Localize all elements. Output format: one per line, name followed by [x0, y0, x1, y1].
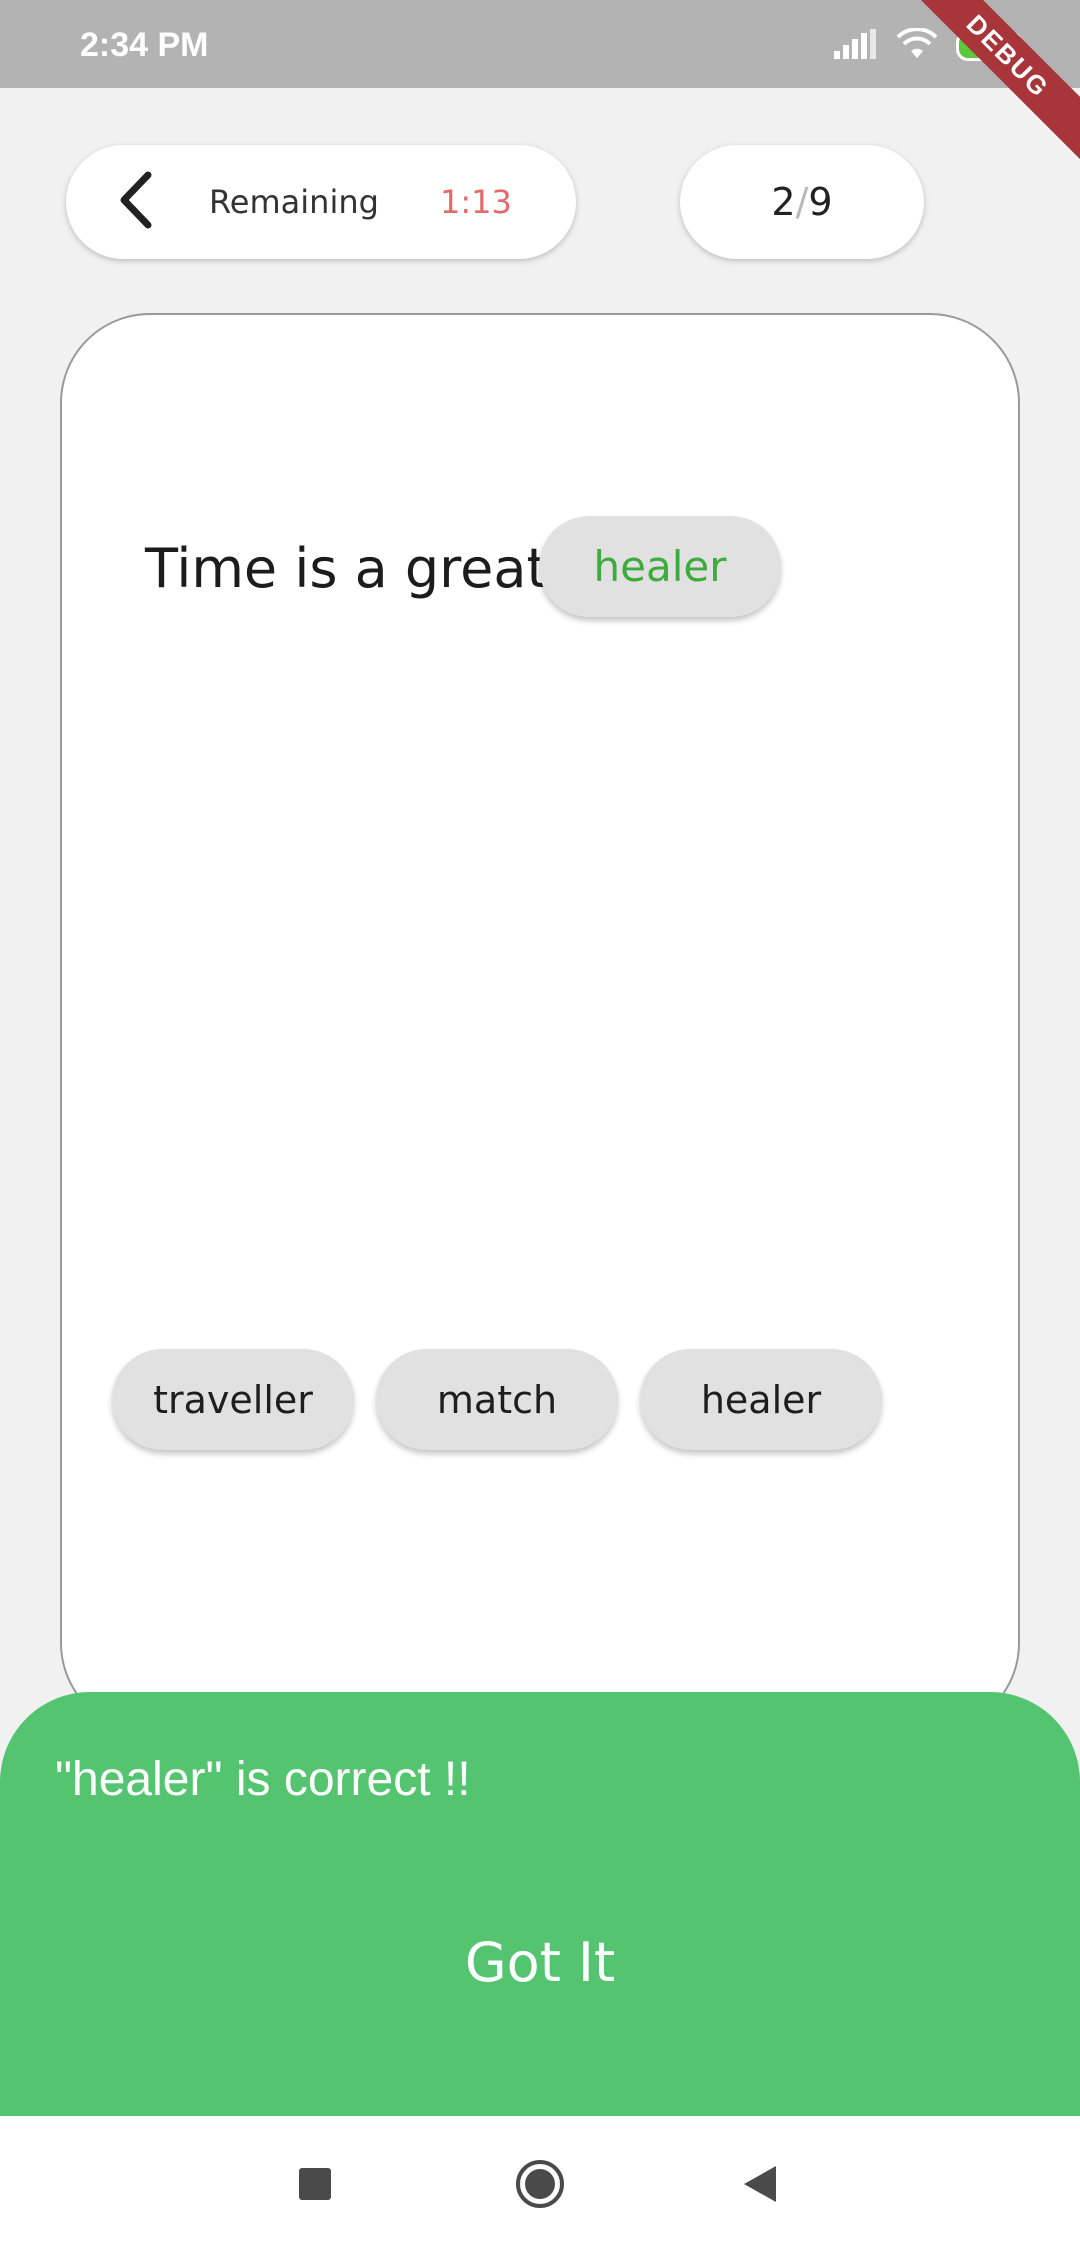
status-time: 2:34 PM: [80, 26, 209, 64]
result-message: "healer" is correct !!: [55, 1753, 471, 1806]
timer-pill: Remaining 1:13: [66, 145, 576, 259]
progress-current: 2: [771, 180, 796, 224]
sentence-text: Time is a great: [145, 536, 548, 600]
timer-value: 1:13: [440, 183, 512, 221]
signal-icon: [834, 29, 878, 63]
triangle-back-icon: [742, 2164, 778, 2208]
wifi-icon: [896, 27, 938, 64]
home-button[interactable]: [505, 2151, 575, 2221]
navigation-bar: [0, 2116, 1080, 2246]
square-icon: [298, 2167, 332, 2205]
sentence-row: Time is a great: [145, 516, 548, 620]
progress-counter: 2/9: [680, 145, 924, 259]
circle-icon: [514, 2158, 566, 2214]
chevron-left-icon: [116, 171, 156, 233]
result-sheet: "healer" is correct !! Got It: [0, 1692, 1080, 2116]
progress-total: 9: [808, 180, 833, 224]
recents-button[interactable]: [280, 2151, 350, 2221]
answer-chip[interactable]: healer: [539, 516, 781, 617]
progress-separator: /: [795, 180, 809, 224]
got-it-button[interactable]: Got It: [340, 1912, 740, 2012]
option-chip-match[interactable]: match: [376, 1349, 618, 1450]
nav-back-button[interactable]: [725, 2151, 795, 2221]
remaining-label: Remaining: [209, 183, 379, 221]
option-chip-healer[interactable]: healer: [640, 1349, 882, 1450]
progress-pill: 2/9: [680, 145, 924, 259]
back-button[interactable]: [106, 169, 166, 235]
option-chip-traveller[interactable]: traveller: [112, 1349, 354, 1450]
status-bar: 2:34 PM 100 DEBUG: [0, 0, 1080, 178]
